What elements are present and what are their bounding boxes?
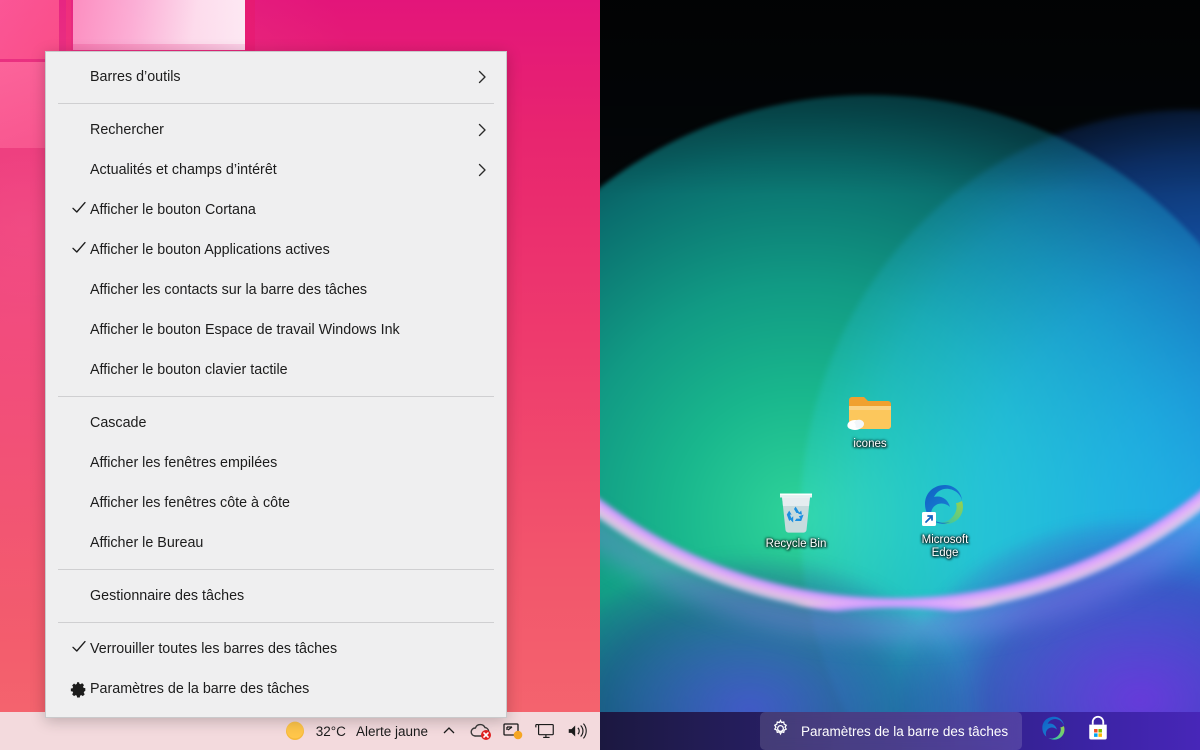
system-tray: 32°C Alerte jaune [284,720,600,742]
check-icon [70,239,88,261]
chevron-right-icon [474,69,490,85]
gear-icon [70,681,88,698]
menu-item-label: Afficher les fenêtres côte à côte [90,495,291,511]
folder-icon [822,382,918,434]
taskbar-settings-tooltip[interactable]: Paramètres de la barre des tâches [760,712,1023,750]
desktop-icon-label: Recycle Bin [765,538,827,550]
recycle-bin-icon [748,482,844,534]
menu-item[interactable]: Paramètres de la barre des tâches [46,669,506,709]
menu-item[interactable]: Cascade [46,403,506,443]
menu-item[interactable]: Afficher le Bureau [46,523,506,563]
desktop-icon-microsoft-edge[interactable]: Microsoft Edge [897,478,993,560]
taskbar-settings-tooltip-label: Paramètres de la barre des tâches [801,723,1009,739]
menu-item[interactable]: Afficher le bouton Cortana [46,190,506,230]
menu-item-label: Paramètres de la barre des tâches [90,681,310,697]
menu-separator [58,396,494,397]
chevron-right-icon [474,122,490,138]
check-icon [70,199,88,221]
menu-item-label: Rechercher [90,122,164,138]
wallpaper-top-shade [600,0,1200,750]
check-icon [70,638,88,660]
weather-sun-icon[interactable] [284,720,306,742]
weather-alert-label[interactable]: Alerte jaune [356,724,428,739]
desktop-icon-label: icones [853,438,887,450]
menu-item[interactable]: Afficher le bouton Applications actives [46,230,506,270]
taskbar-right: Paramètres de la barre des tâches [600,712,1200,750]
menu-item-label: Actualités et champs d’intérêt [90,162,277,178]
gear-icon [771,719,790,743]
menu-item[interactable]: Barres d’outils [46,57,506,97]
menu-item[interactable]: Gestionnaire des tâches [46,576,506,616]
menu-item[interactable]: Afficher le bouton clavier tactile [46,350,506,390]
chevron-right-icon [474,162,490,178]
desktop-wallpaper: icones Recycle Bin Microsoft Edge [600,0,1200,750]
menu-separator [58,569,494,570]
desktop-icon-recycle-bin[interactable]: Recycle Bin [748,482,844,551]
weather-temperature[interactable]: 32°C [316,724,346,739]
onedrive-error-icon[interactable] [470,720,492,742]
menu-item[interactable]: Afficher les contacts sur la barre des t… [46,270,506,310]
menu-item-label: Afficher les contacts sur la barre des t… [90,282,368,298]
taskbar-context-menu: Barres d’outils Rechercher Actualités et c… [45,51,507,718]
menu-item-label: Afficher le bouton Cortana [90,202,256,218]
menu-item-label: Cascade [90,415,147,431]
chevron-up-icon[interactable] [438,720,460,742]
menu-item-label: Verrouiller toutes les barres des tâches [90,641,338,657]
menu-item[interactable]: Afficher les fenêtres côte à côte [46,483,506,523]
menu-item[interactable]: Actualités et champs d’intérêt [46,150,506,190]
display-icon[interactable] [534,720,556,742]
menu-item[interactable]: Verrouiller toutes les barres des tâches [46,629,506,669]
menu-item-label: Afficher le bouton Applications actives [90,242,330,258]
menu-separator [58,103,494,104]
desktop-icon-label: Microsoft Edge [921,534,969,559]
menu-item-label: Gestionnaire des tâches [90,588,245,604]
network-warning-icon[interactable] [502,720,524,742]
desktop-icon-icones[interactable]: icones [822,382,918,451]
menu-item-label: Afficher le Bureau [90,535,204,551]
volume-icon[interactable] [566,720,588,742]
menu-item[interactable]: Afficher les fenêtres empilées [46,443,506,483]
menu-item[interactable]: Afficher le bouton Espace de travail Win… [46,310,506,350]
microsoft-store-taskbar-icon[interactable] [1084,715,1112,748]
microsoft-edge-taskbar-icon[interactable] [1040,715,1068,748]
menu-item-label: Afficher le bouton Espace de travail Win… [90,322,400,338]
menu-item-label: Afficher les fenêtres empilées [90,455,278,471]
menu-item-label: Afficher le bouton clavier tactile [90,362,288,378]
menu-item[interactable]: Rechercher [46,110,506,150]
menu-separator [58,622,494,623]
microsoft-edge-icon [897,478,993,530]
menu-item-label: Barres d’outils [90,69,181,85]
taskbar-app-buttons [1040,715,1112,748]
